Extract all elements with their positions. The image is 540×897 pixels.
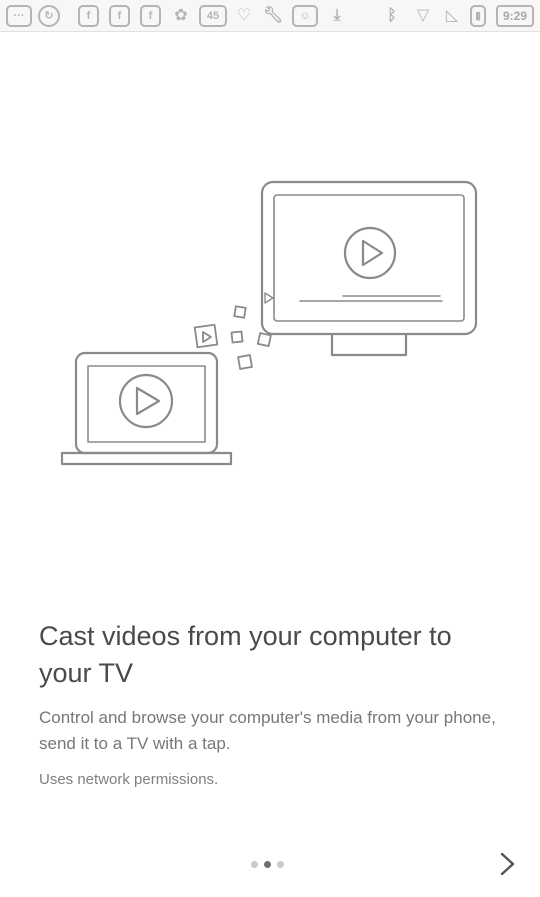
wifi-icon: ▽ (416, 7, 430, 24)
messenger-icon: ☺ (292, 5, 318, 27)
page-dot-1 (251, 861, 258, 868)
bug-notification-icon: ✿ (174, 7, 188, 24)
no-signal-icon: ◺ (445, 7, 459, 24)
status-bar: ··· ↻ f f f ✿ 45 ♡ 🔧︎ ☺ ⤓ ᛒ ▽ ◺ ▮ 9:29 (0, 0, 540, 32)
wrench-icon: 🔧︎ (262, 7, 284, 24)
laptop-icon (60, 351, 233, 466)
next-button[interactable] (490, 846, 526, 882)
bluetooth-icon: ᛒ (387, 7, 397, 24)
onboarding-headline: Cast videos from your computer to your T… (39, 621, 452, 688)
laptop-to-tv-cast-illustration (60, 180, 478, 466)
page-dot-3 (277, 861, 284, 868)
chevron-right-icon (500, 852, 515, 876)
download-icon: ⤓ (333, 7, 341, 24)
onboarding-description: Control and browse your computer's media… (39, 708, 496, 753)
facebook-notification-icon: f (78, 5, 99, 27)
page-dot-2 (264, 861, 271, 868)
battery-icon: ▮ (470, 5, 486, 27)
facebook-notification-icon: f (140, 5, 161, 27)
clock: 9:29 (496, 5, 534, 27)
heart-icon: ♡ (236, 7, 252, 24)
tv-icon (260, 180, 478, 357)
facebook-notification-icon: f (109, 5, 130, 27)
permissions-note: Uses network permissions. (39, 771, 219, 788)
chat-notification-icon: ··· (6, 5, 32, 27)
recycle-notification-icon: ↻ (38, 5, 60, 27)
temperature-badge: 45 (199, 5, 227, 27)
page-indicator (251, 860, 291, 870)
